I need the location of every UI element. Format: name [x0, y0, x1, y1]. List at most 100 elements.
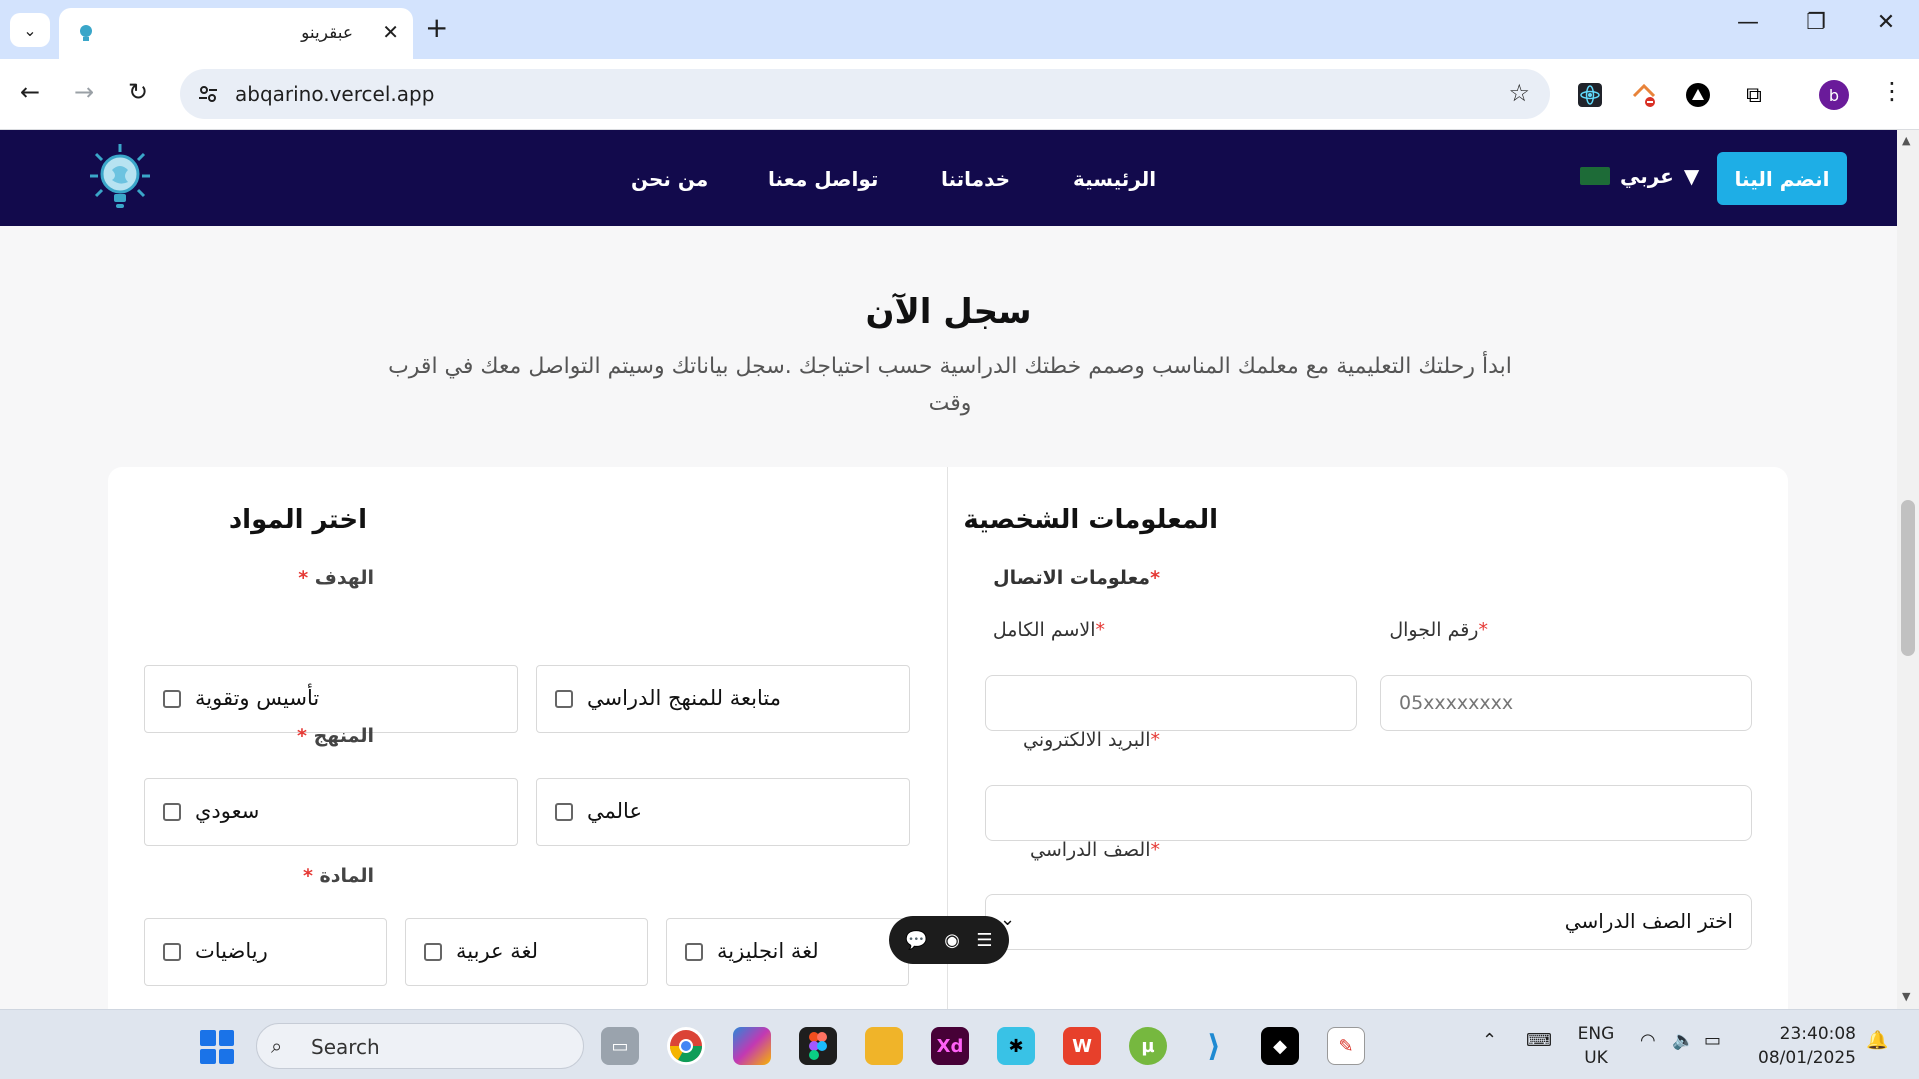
grade-select[interactable]: اختر الصف الدراسي ⌄	[985, 894, 1752, 950]
snipping-tool-icon[interactable]: ✱	[997, 1027, 1035, 1065]
minimize-button[interactable]: —	[1728, 10, 1768, 35]
page-title: سجل الآن	[865, 292, 1032, 332]
figma-icon[interactable]	[799, 1027, 837, 1065]
phone-label: *رقم الجوال	[1389, 619, 1488, 641]
input-language-indicator[interactable]: ENG UK	[1572, 1022, 1620, 1070]
menu-icon[interactable]: ☰	[976, 930, 992, 951]
goal-label: الهدف *	[298, 567, 374, 589]
checkbox[interactable]	[424, 943, 442, 961]
full-name-input[interactable]	[985, 675, 1357, 731]
checkbox[interactable]	[163, 943, 181, 961]
new-tab-button[interactable]: +	[425, 14, 448, 42]
curriculum-option-saudi[interactable]: سعودي	[144, 778, 518, 846]
nav-link-contact[interactable]: تواصل معنا	[768, 167, 878, 191]
windows-taskbar: ⌕ Search ▭ Xd ✱ W µ ⟩ ◆ ✎ ⌃ ⌨ ENG UK ◠ 🔈 …	[0, 1009, 1919, 1079]
wps-office-icon[interactable]: W	[1063, 1027, 1101, 1065]
language-label: عربي	[1620, 164, 1674, 188]
goal-option-curriculum-followup[interactable]: متابعة للمنهج الدراسي	[536, 665, 910, 733]
back-arrow-icon[interactable]: ←	[20, 78, 40, 106]
forward-arrow-icon[interactable]: →	[74, 78, 94, 106]
vercel-extension-icon[interactable]	[1684, 81, 1712, 109]
volume-icon[interactable]: 🔈	[1672, 1030, 1694, 1051]
curriculum-label: المنهج *	[297, 725, 374, 747]
comment-icon[interactable]: 💬	[905, 930, 927, 951]
browser-toolbar: ← → ↻ abqarino.vercel.app ☆ ⧉ b ⋮	[0, 59, 1919, 130]
address-bar[interactable]: abqarino.vercel.app ☆	[180, 69, 1550, 119]
close-icon[interactable]: ✕	[382, 20, 399, 44]
reload-icon[interactable]: ↻	[128, 78, 148, 106]
file-explorer-icon[interactable]	[865, 1027, 903, 1065]
chevron-down-icon: ⌄	[23, 20, 37, 40]
grade-label: *الصف الدراسي	[1029, 839, 1160, 861]
browser-tab-strip: ⌄ عبقرينو ✕ + — ❐ ✕	[0, 0, 1919, 59]
grade-select-value: اختر الصف الدراسي	[1564, 909, 1733, 933]
puzzle-extensions-icon[interactable]: ⧉	[1740, 81, 1768, 109]
page-scrollbar[interactable]: ▲ ▼	[1897, 130, 1919, 1009]
utorrent-icon[interactable]: µ	[1129, 1027, 1167, 1065]
subjects-title: اختر المواد	[228, 505, 367, 535]
scroll-down-arrow-icon[interactable]: ▼	[1902, 990, 1910, 1003]
tab-search-button[interactable]: ⌄	[10, 13, 50, 47]
app-cube-icon[interactable]: ◆	[1261, 1027, 1299, 1065]
task-view-icon[interactable]: ▭	[601, 1027, 639, 1065]
nav-link-home[interactable]: الرئيسية	[1073, 167, 1156, 191]
react-devtools-extension-icon[interactable]	[1576, 81, 1604, 109]
profile-avatar[interactable]: b	[1819, 80, 1849, 110]
chevron-up-icon[interactable]: ⌃	[1482, 1030, 1497, 1051]
subject-option-math[interactable]: رياضيات	[144, 918, 387, 986]
window-close-button[interactable]: ✕	[1866, 10, 1906, 35]
subject-option-arabic[interactable]: لغة عربية	[405, 918, 648, 986]
windows-start-icon[interactable]	[200, 1030, 234, 1064]
tab-title: عبقرينو	[301, 23, 353, 43]
clipboard-app-icon[interactable]: ✎	[1327, 1027, 1365, 1065]
vscode-icon[interactable]: ⟩	[1195, 1027, 1233, 1065]
eye-icon[interactable]: ◉	[944, 930, 960, 951]
saudi-flag-icon	[1580, 167, 1610, 185]
checkbox[interactable]	[163, 690, 181, 708]
goal-option-foundation[interactable]: تأسيس وتقوية	[144, 665, 518, 733]
system-clock[interactable]: 23:40:08 08/01/2025	[1740, 1022, 1856, 1070]
restore-button[interactable]: ❐	[1796, 10, 1836, 35]
web-page: الرئيسية خدماتنا تواصل معنا من نحن عربي …	[0, 130, 1897, 1009]
battery-icon[interactable]: ▭	[1704, 1030, 1721, 1051]
email-label: *البريد الالكتروني	[1023, 729, 1160, 751]
page-subtitle: ابدأ رحلتك التعليمية مع معلمك المناسب وص…	[388, 354, 1512, 416]
chrome-icon[interactable]	[667, 1027, 705, 1065]
checkbox[interactable]	[685, 943, 703, 961]
search-icon: ⌕	[271, 1034, 283, 1058]
email-input[interactable]	[985, 785, 1752, 841]
join-us-button[interactable]: انضم الينا	[1717, 152, 1847, 205]
blocked-extension-icon[interactable]	[1630, 81, 1658, 109]
personal-info-title: المعلومات الشخصية	[963, 505, 1218, 535]
curriculum-option-international[interactable]: عالمي	[536, 778, 910, 846]
wifi-icon[interactable]: ◠	[1640, 1030, 1656, 1051]
site-settings-icon[interactable]	[196, 82, 220, 106]
nav-link-about[interactable]: من نحن	[631, 167, 708, 191]
notification-bell-icon[interactable]: 🔔	[1866, 1030, 1888, 1051]
scroll-thumb[interactable]	[1901, 500, 1915, 656]
brain-bulb-logo-icon	[90, 144, 150, 208]
caret-down-icon: ▼	[1683, 164, 1700, 188]
checkbox[interactable]	[555, 803, 573, 821]
copilot-icon[interactable]	[733, 1027, 771, 1065]
checkbox[interactable]	[163, 803, 181, 821]
subject-label: المادة *	[302, 865, 374, 887]
floating-toolbar: 💬 ◉ ☰	[889, 916, 1009, 964]
language-selector[interactable]: عربي ▼	[1580, 164, 1699, 188]
bookmark-star-icon[interactable]: ☆	[1508, 79, 1530, 107]
nav-link-services[interactable]: خدماتنا	[941, 167, 1010, 191]
contact-info-label: *معلومات الاتصال	[993, 567, 1160, 589]
keyboard-icon[interactable]: ⌨	[1526, 1030, 1552, 1051]
taskbar-search[interactable]: ⌕ Search	[256, 1023, 584, 1069]
phone-input[interactable]	[1380, 675, 1752, 731]
adobe-xd-icon[interactable]: Xd	[931, 1027, 969, 1065]
browser-tab-active[interactable]: عبقرينو ✕	[59, 8, 413, 59]
more-options-icon[interactable]: ⋮	[1880, 77, 1904, 105]
site-navbar: الرئيسية خدماتنا تواصل معنا من نحن عربي …	[0, 130, 1897, 226]
checkbox[interactable]	[555, 690, 573, 708]
scroll-up-arrow-icon[interactable]: ▲	[1902, 134, 1910, 147]
bulb-favicon-icon	[80, 25, 92, 41]
taskbar-search-label: Search	[311, 1035, 380, 1059]
subject-option-english[interactable]: لغة انجليزية	[666, 918, 909, 986]
url-text: abqarino.vercel.app	[235, 82, 435, 106]
